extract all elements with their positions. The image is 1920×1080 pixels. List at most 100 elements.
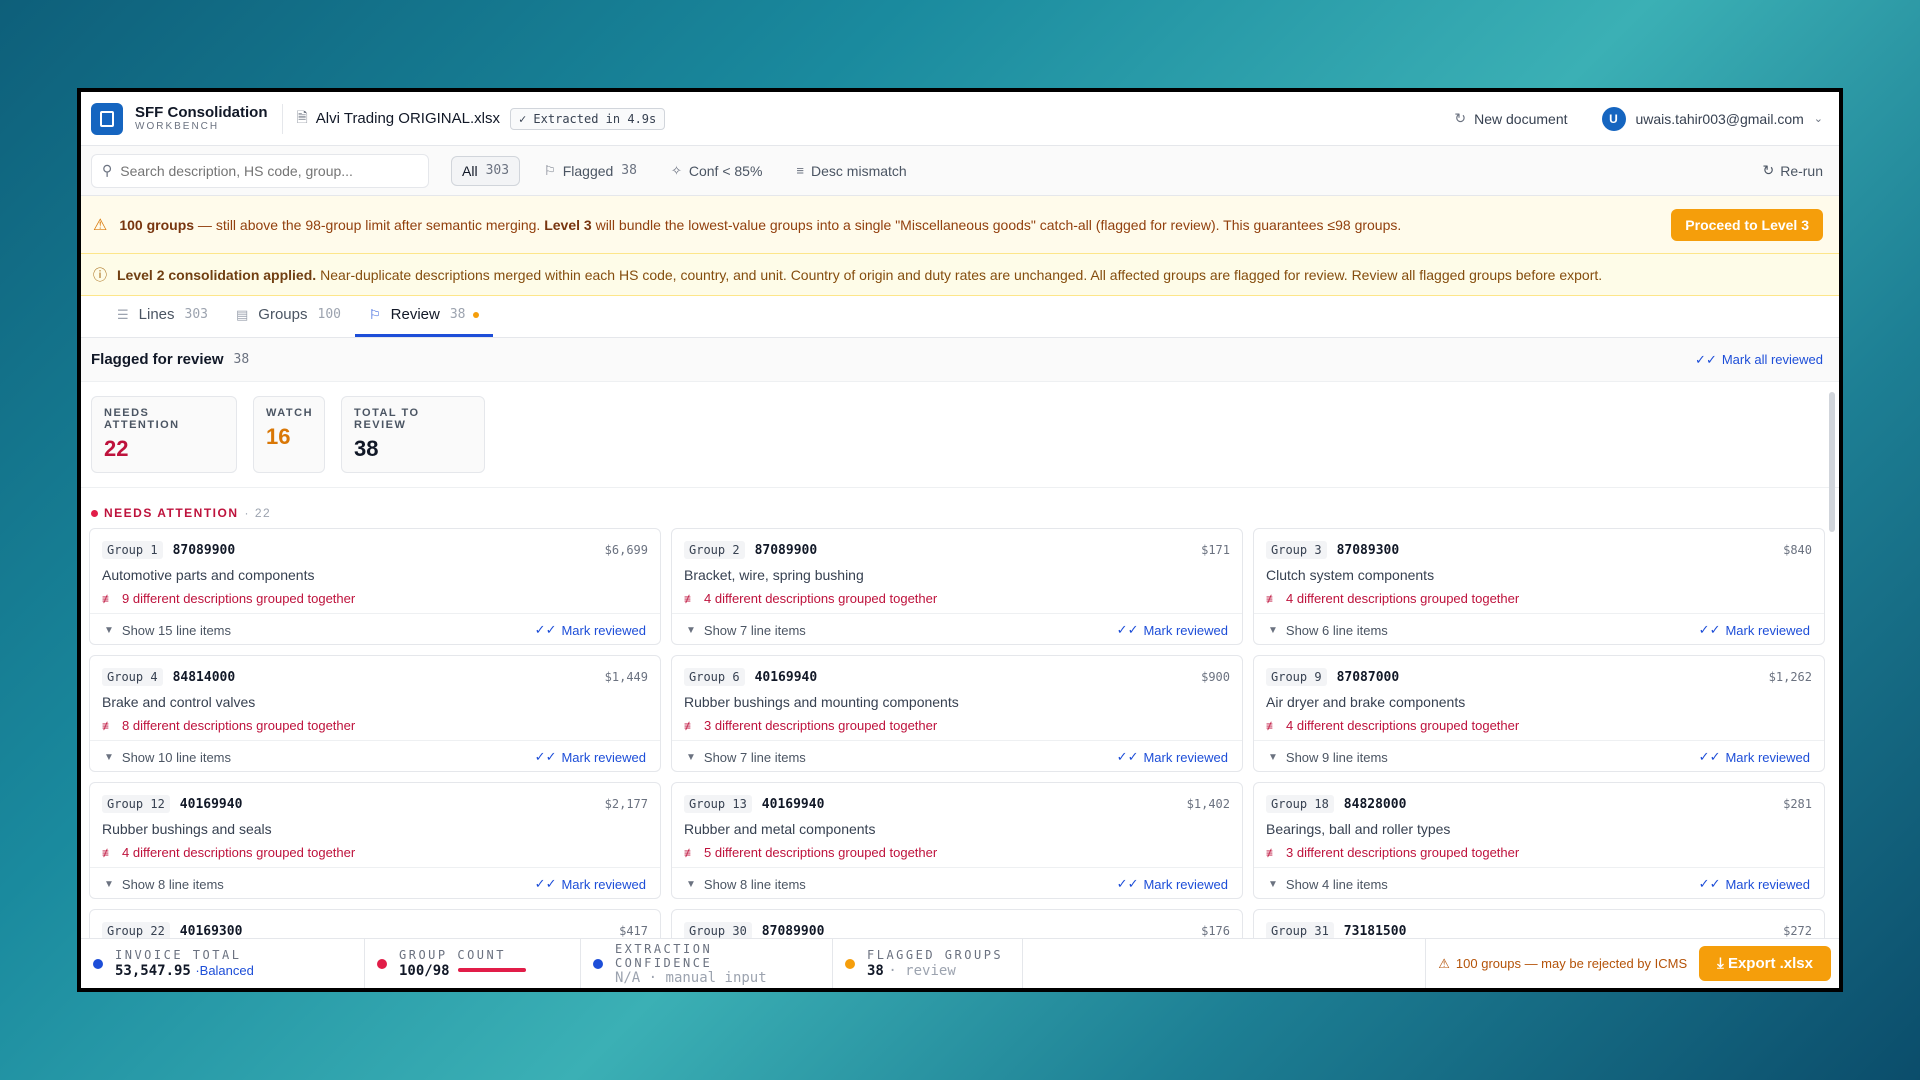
card-body: Group 6 40169940 $900 Rubber bushings and m… <box>672 656 1242 740</box>
double-check-icon: ✓✓ <box>1698 876 1721 891</box>
view-tabs: ☰ Lines 303 ▤ Groups 100 ⚐ Review 38 <box>81 296 1839 338</box>
group-tag: Group 3 <box>1266 541 1327 559</box>
tab-review[interactable]: ⚐ Review 38 <box>354 295 494 337</box>
hs-code: 40169940 <box>179 796 243 812</box>
double-check-icon: ✓✓ <box>1116 749 1139 764</box>
filter-flagged[interactable]: ⚐ Flagged 38 <box>534 157 647 185</box>
hs-code: 40169940 <box>754 669 818 685</box>
mark-reviewed-label: Mark reviewed <box>1725 876 1810 892</box>
stat-value: 16 <box>266 424 291 449</box>
double-check-icon: ✓✓ <box>1695 351 1717 367</box>
group-amount: $1,402 <box>1186 797 1230 811</box>
description-mismatch: ≢ 3 different descriptions grouped togeth… <box>1266 845 1812 860</box>
mark-reviewed-button[interactable]: ✓✓ Mark reviewed <box>1117 749 1228 765</box>
warning-bold-level: Level 3 <box>544 216 592 233</box>
double-check-icon: ✓✓ <box>534 876 557 891</box>
user-menu[interactable]: U uwais.tahir003@gmail.com ⌄ <box>1601 106 1823 131</box>
mark-reviewed-label: Mark reviewed <box>561 622 646 638</box>
proceed-level3-button[interactable]: Proceed to Level 3 <box>1671 208 1823 241</box>
scrollbar[interactable] <box>1829 392 1835 532</box>
mark-all-reviewed-button[interactable]: ✓✓ Mark all reviewed <box>1695 352 1823 368</box>
group-tag: Group 13 <box>684 795 752 813</box>
description-mismatch: ≢ 5 different descriptions grouped togeth… <box>684 845 1230 860</box>
warning-icon: ⚠ <box>1438 955 1450 971</box>
level3-warning-banner: ⚠ 100 groups — still above the 98-group … <box>81 196 1839 254</box>
show-line-items-button[interactable]: Show 8 line items <box>704 877 806 892</box>
merge-icon: ≢ <box>102 718 114 733</box>
stat-label: WATCH <box>266 407 314 419</box>
chevron-down-icon: ▼ <box>104 751 114 763</box>
filter-all[interactable]: All 303 <box>451 155 521 186</box>
mismatch-text: 9 different descriptions grouped togethe… <box>122 591 356 606</box>
export-button[interactable]: ⤓ Export .xlsx <box>1699 946 1831 981</box>
mark-reviewed-button[interactable]: ✓✓ Mark reviewed <box>1699 749 1810 765</box>
tab-lines[interactable]: ☰ Lines 303 <box>103 295 222 337</box>
double-check-icon: ✓✓ <box>1698 749 1721 764</box>
show-line-items-button[interactable]: Show 4 line items <box>1286 877 1388 892</box>
tab-groups-count: 100 <box>317 307 341 322</box>
mark-reviewed-button[interactable]: ✓✓ Mark reviewed <box>1117 876 1228 892</box>
info-text: Near-duplicate descriptions merged withi… <box>320 266 1603 283</box>
show-line-items-button[interactable]: Show 6 line items <box>1286 623 1388 638</box>
filter-all-label: All <box>462 162 478 179</box>
card-header: Group 2 87089900 $171 <box>684 541 1230 559</box>
tab-lines-label: Lines <box>138 306 175 323</box>
tab-lines-count: 303 <box>184 307 208 322</box>
mark-all-label: Mark all reviewed <box>1721 352 1823 367</box>
brand: SFF Consolidation WORKBENCH <box>135 103 268 133</box>
stat-label: TOTAL TO REVIEW <box>354 407 420 431</box>
invoice-label: INVOICE TOTAL <box>115 947 242 962</box>
group-amount: $176 <box>1201 924 1230 938</box>
group-amount: $840 <box>1783 543 1812 557</box>
description-mismatch: ≢ 4 different descriptions grouped togeth… <box>1266 591 1812 606</box>
status-footer: INVOICE TOTAL 53,547.95 ·Balanced GROUP … <box>81 938 1839 988</box>
confidence-label: EXTRACTION CONFIDENCE <box>614 941 713 970</box>
group-tag: Group 6 <box>684 668 745 686</box>
chevron-down-icon: ▼ <box>1268 624 1278 636</box>
mismatch-text: 4 different descriptions grouped togethe… <box>1286 718 1520 733</box>
filter-desc-mismatch[interactable]: ≡ Desc mismatch <box>786 157 916 185</box>
chevron-down-icon: ▼ <box>104 878 114 890</box>
chevron-down-icon: ▼ <box>686 624 696 636</box>
card-footer: ▼ Show 8 line items ✓✓ Mark reviewed <box>90 867 660 898</box>
mark-reviewed-button[interactable]: ✓✓ Mark reviewed <box>1117 622 1228 638</box>
status-dot <box>377 958 387 969</box>
mark-reviewed-button[interactable]: ✓✓ Mark reviewed <box>535 622 646 638</box>
group-amount: $417 <box>619 924 648 938</box>
search-input[interactable] <box>120 162 418 179</box>
hs-code: 87089900 <box>761 923 825 939</box>
confidence-value: N/A · manual input <box>614 969 767 986</box>
filter-confidence[interactable]: ✧ Conf < 85% <box>661 157 772 185</box>
mark-reviewed-button[interactable]: ✓✓ Mark reviewed <box>1699 876 1810 892</box>
table-icon: ▤ <box>236 306 249 322</box>
show-line-items-button[interactable]: Show 7 line items <box>704 623 806 638</box>
group-card: Group 13 40169940 $1,402 Rubber and metal c… <box>671 782 1243 899</box>
card-footer: ▼ Show 8 line items ✓✓ Mark reviewed <box>672 867 1242 898</box>
mark-reviewed-button[interactable]: ✓✓ Mark reviewed <box>535 876 646 892</box>
tab-groups[interactable]: ▤ Groups 100 <box>222 295 355 337</box>
extraction-confidence-stat: EXTRACTION CONFIDENCE N/A · manual input <box>581 938 833 988</box>
group-amount: $6,699 <box>604 543 648 557</box>
show-line-items-button[interactable]: Show 8 line items <box>122 877 224 892</box>
group-tag: Group 1 <box>102 541 163 559</box>
mark-reviewed-button[interactable]: ✓✓ Mark reviewed <box>535 749 646 765</box>
show-line-items-button[interactable]: Show 15 line items <box>122 623 231 638</box>
group-card: Group 1 87089900 $6,699 Automotive parts an… <box>89 528 661 645</box>
hs-code: 87089300 <box>1336 542 1400 558</box>
brand-subtitle: WORKBENCH <box>135 120 220 132</box>
card-header: Group 12 40169940 $2,177 <box>102 795 648 813</box>
rerun-button[interactable]: ↻ Re-run <box>1762 162 1823 179</box>
new-document-button[interactable]: ↻ New document <box>1454 110 1567 127</box>
double-check-icon: ✓✓ <box>534 622 557 637</box>
show-line-items-button[interactable]: Show 7 line items <box>704 750 806 765</box>
group-amount: $900 <box>1201 670 1230 684</box>
mark-reviewed-button[interactable]: ✓✓ Mark reviewed <box>1699 622 1810 638</box>
show-line-items-button[interactable]: Show 9 line items <box>1286 750 1388 765</box>
brand-title: SFF Consolidation <box>135 103 268 121</box>
search-icon: ⚲ <box>102 162 113 178</box>
group-card: Group 2 87089900 $171 Bracket, wire, spring… <box>671 528 1243 645</box>
mismatch-text: 4 different descriptions grouped togethe… <box>704 591 938 606</box>
show-line-items-button[interactable]: Show 10 line items <box>122 750 231 765</box>
list-icon: ☰ <box>117 306 129 322</box>
hs-code: 40169300 <box>179 923 243 939</box>
